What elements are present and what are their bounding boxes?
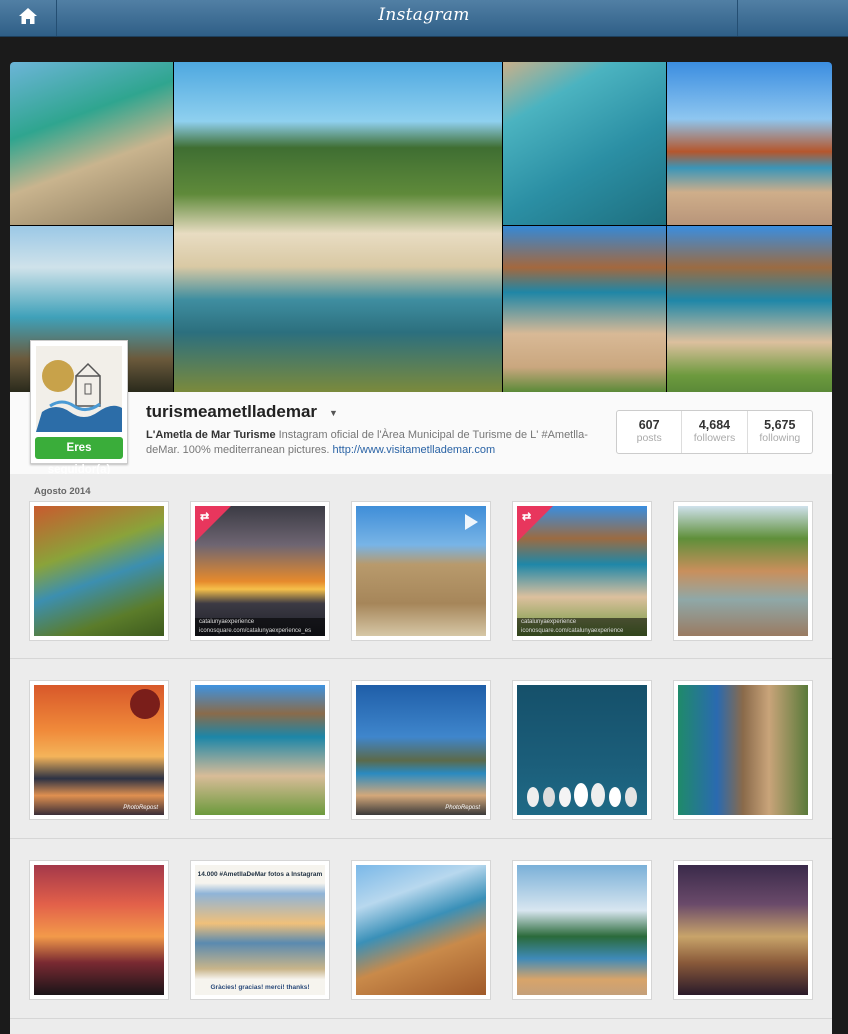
photorepost-watermark: PhotoRepost [123,805,158,811]
top-navigation-bar: Instagram [0,0,848,37]
profile-stats: 607 posts 4,684 followers 5,675 followin… [616,410,813,454]
month-label: Agosto 2014 [34,486,91,497]
posts-number: 607 [638,418,660,432]
row-divider [10,1018,832,1019]
feed-photo[interactable] [513,681,651,819]
followers-number: 4,684 [698,418,731,432]
photorepost-watermark: PhotoRepost [445,805,480,811]
feed-photo[interactable] [352,861,490,999]
profile-bio: L'Ametla de Mar Turisme Instagram oficia… [146,428,596,458]
feed-photo[interactable]: PhotoRepost [30,681,168,819]
collage-photo [10,62,173,225]
profile-header-collage [10,62,832,392]
following-status-badge[interactable]: Eres seguidor(a) [35,437,123,476]
photo-caption-bottom: Gràcies! gracias! merci! thanks! [210,984,310,991]
profile-avatar[interactable]: Eres seguidor(a) [30,340,128,476]
collage-photo [503,226,666,392]
photo-credit: catalunyaexperience iconosquare.com/catal… [195,618,325,636]
nav-right-button[interactable] [737,0,848,36]
collage-photo [174,62,502,392]
collage-photo [503,62,666,225]
feed-photo[interactable] [674,861,812,999]
following-number: 5,675 [764,418,796,432]
row-divider [10,658,832,659]
feed-photo[interactable] [674,681,812,819]
feed-photo[interactable]: ⇄ catalunyaexperience iconosquare.com/cat… [191,502,329,640]
followers-count[interactable]: 4,684 followers [682,411,748,453]
photo-credit: catalunyaexperience iconosquare.com/catal… [517,618,647,636]
feed-photo[interactable] [30,502,168,640]
avatar-logo-image [36,346,122,432]
profile-website-link[interactable]: http://www.visitametllademar.com [333,444,496,456]
photo-overlay-badge [130,689,160,719]
photo-caption-top: 14.000 #AmetllaDeMar fotos a Instagram [197,871,323,878]
row-divider [10,838,832,839]
following-label: following [759,432,801,444]
feed-photo[interactable] [352,502,490,640]
feed-photo[interactable]: PhotoRepost [352,681,490,819]
posts-label: posts [636,432,662,444]
video-play-icon [465,514,478,530]
feed-photo[interactable] [191,681,329,819]
profile-display-name: L'Ametla de Mar Turisme [146,429,276,441]
profile-username: turismeametllademar [146,402,318,421]
repost-icon: ⇄ [200,511,210,523]
feed-photo[interactable] [30,861,168,999]
feed-photo[interactable]: 14.000 #AmetllaDeMar fotos a Instagram G… [191,861,329,999]
boats-group [523,781,641,809]
followers-label: followers [693,432,736,444]
collage-photo [667,226,832,392]
collage-photo [667,62,832,225]
following-count[interactable]: 5,675 following [748,411,812,453]
feed-photo[interactable] [674,502,812,640]
repost-icon: ⇄ [522,511,532,523]
feed-photo[interactable]: ⇄ catalunyaexperience iconosquare.com/cat… [513,502,651,640]
instagram-logo[interactable]: Instagram [0,5,848,25]
posts-count[interactable]: 607 posts [617,411,683,453]
profile-options-caret-icon[interactable]: ▼ [329,408,338,418]
feed-photo[interactable] [513,861,651,999]
